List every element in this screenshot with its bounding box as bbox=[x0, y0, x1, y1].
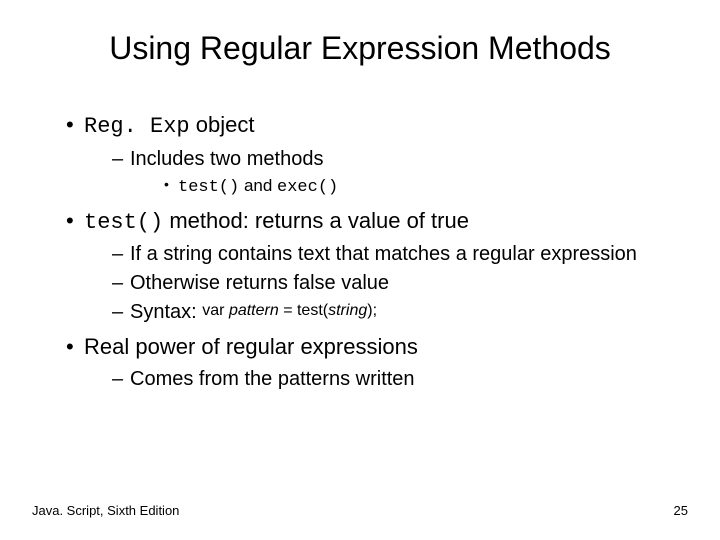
bullet-two-methods: Includes two methods test() and exec() bbox=[112, 146, 672, 200]
bullet-list-level2: Includes two methods test() and exec() bbox=[84, 146, 672, 200]
kw-var: var bbox=[202, 302, 229, 319]
bullet-list-level2b: If a string contains text that matches a… bbox=[84, 241, 672, 326]
code-exec: exec() bbox=[277, 178, 338, 197]
text-object: object bbox=[190, 112, 255, 137]
op-end: ); bbox=[367, 302, 377, 319]
footer-page-number: 25 bbox=[674, 503, 688, 518]
bullet-regexp-object: Reg. Exp object Includes two methods tes… bbox=[66, 110, 672, 200]
bullet-test-exec: test() and exec() bbox=[164, 175, 672, 200]
syntax-snippet: var pattern = test(string); bbox=[202, 302, 377, 319]
bullet-list-level2c: Comes from the patterns written bbox=[84, 366, 672, 393]
text-test-method: method: returns a value of true bbox=[163, 208, 469, 233]
bullet-test-method: test() method: returns a value of true I… bbox=[66, 206, 672, 327]
code-regexp: Reg. Exp bbox=[84, 114, 190, 139]
text-real-power: Real power of regular expressions bbox=[84, 334, 418, 359]
text-two-methods: Includes two methods bbox=[130, 148, 323, 170]
bullet-list-level3: test() and exec() bbox=[130, 175, 672, 200]
text-and: and bbox=[239, 176, 277, 195]
slide-title: Using Regular Expression Methods bbox=[0, 30, 720, 67]
bullet-comes-from: Comes from the patterns written bbox=[112, 366, 672, 393]
footer-left: Java. Script, Sixth Edition bbox=[32, 503, 179, 518]
code-test: test() bbox=[178, 178, 239, 197]
slide: Using Regular Expression Methods Reg. Ex… bbox=[0, 0, 720, 540]
ident-string: string bbox=[328, 302, 367, 319]
slide-body: Reg. Exp object Includes two methods tes… bbox=[48, 110, 672, 399]
bullet-if-string: If a string contains text that matches a… bbox=[112, 241, 672, 268]
bullet-list-level1: Reg. Exp object Includes two methods tes… bbox=[48, 110, 672, 393]
ident-pattern: pattern bbox=[229, 302, 279, 319]
op-eq: = test( bbox=[279, 302, 328, 319]
code-test2: test() bbox=[84, 210, 163, 235]
bullet-otherwise: Otherwise returns false value bbox=[112, 270, 672, 297]
bullet-real-power: Real power of regular expressions Comes … bbox=[66, 332, 672, 393]
bullet-syntax: Syntax: var pattern = test(string); bbox=[112, 299, 672, 326]
text-syntax-label: Syntax: bbox=[130, 301, 202, 323]
